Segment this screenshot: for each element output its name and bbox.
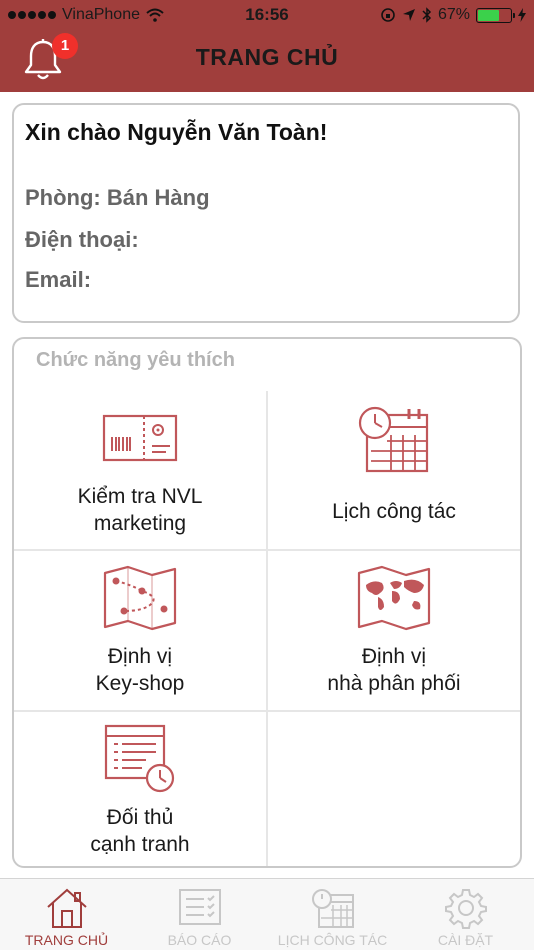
- battery-percent: 67%: [437, 6, 470, 23]
- department-text: Phòng: Bán Hàng: [25, 185, 210, 210]
- favorite-dinh-vi-npp[interactable]: Định vị nhà phân phối: [268, 551, 520, 709]
- favorites-card: Chức năng yêu thích Kiểm tra NVL marketi…: [12, 337, 522, 868]
- favorite-lich-cong-tac[interactable]: Lịch công tác: [268, 391, 520, 549]
- bluetooth-icon: [422, 7, 432, 23]
- status-bar: VinaPhone 16:56 67%: [0, 0, 534, 30]
- page-title: TRANG CHỦ: [195, 44, 339, 70]
- tile-label-line2: marketing: [93, 512, 187, 535]
- checklist-icon: [178, 889, 221, 925]
- email-text: Email:: [25, 267, 92, 292]
- tile-label: Đối thủ cạnh tranh: [14, 804, 266, 858]
- location-icon: [402, 9, 415, 21]
- tile-label-line1: Đối thủ: [106, 806, 174, 829]
- profile-card: Xin chào Nguyễn Văn Toàn! Phòng: Bán Hàn…: [12, 103, 520, 323]
- tab-bar: TRANG CHỦ BÁO CÁO LỊCH CÔNG TÁC CÀI ĐẶT: [0, 878, 534, 950]
- tile-label-line1: Định vị: [361, 645, 427, 668]
- favorite-doi-thu-canh-tranh[interactable]: Đối thủ cạnh tranh: [14, 712, 266, 866]
- tile-label-line2: nhà phân phối: [327, 672, 461, 695]
- greeting-text: Xin chào Nguyễn Văn Toàn!: [25, 119, 328, 145]
- tab-label: BÁO CÁO: [167, 932, 232, 948]
- tab-label: TRANG CHỦ: [24, 932, 109, 948]
- tile-label-line1: Kiểm tra NVL: [77, 485, 203, 508]
- home-icon: [46, 888, 87, 928]
- ticket-barcode-icon: [102, 414, 178, 462]
- notification-badge: 1: [52, 33, 78, 59]
- document-clock-icon: [104, 724, 175, 793]
- tile-label: Kiểm tra NVL marketing: [14, 483, 266, 537]
- gear-icon: [444, 889, 487, 929]
- status-right: 67%: [380, 6, 526, 24]
- rotation-lock-icon: [381, 8, 395, 22]
- tile-label: Lịch công tác: [268, 498, 520, 525]
- tab-trang-chu[interactable]: TRANG CHỦ: [0, 879, 133, 951]
- route-map-icon: [103, 565, 177, 631]
- favorite-dinh-vi-key-shop[interactable]: Định vị Key-shop: [14, 551, 266, 709]
- tab-bao-cao[interactable]: BÁO CÁO: [133, 879, 266, 951]
- tile-label-line1: Định vị: [107, 645, 173, 668]
- tile-label-line2: cạnh tranh: [90, 833, 190, 856]
- tile-label: Định vị Key-shop: [14, 643, 266, 697]
- tab-cai-dat[interactable]: CÀI ĐẶT: [399, 879, 532, 951]
- favorite-kiem-tra-nvl[interactable]: Kiểm tra NVL marketing: [14, 391, 266, 549]
- charging-icon: [518, 8, 526, 22]
- battery-fill: [478, 9, 499, 21]
- tile-label: Định vị nhà phân phối: [268, 643, 520, 697]
- tab-label: LỊCH CÔNG TÁC: [277, 932, 388, 948]
- world-map-icon: [357, 565, 431, 631]
- calendar-clock-icon: [358, 406, 429, 473]
- favorites-title: Chức năng yêu thích: [36, 349, 235, 371]
- calendar-clock-icon: [311, 889, 354, 928]
- phone-text: Điện thoại:: [25, 227, 139, 252]
- tile-label-line1: Lịch công tác: [332, 500, 456, 523]
- tile-label-line2: Key-shop: [95, 672, 185, 695]
- tab-label: CÀI ĐẶT: [437, 932, 494, 948]
- battery-icon: [476, 7, 515, 23]
- tab-lich-cong-tac[interactable]: LỊCH CÔNG TÁC: [266, 879, 399, 951]
